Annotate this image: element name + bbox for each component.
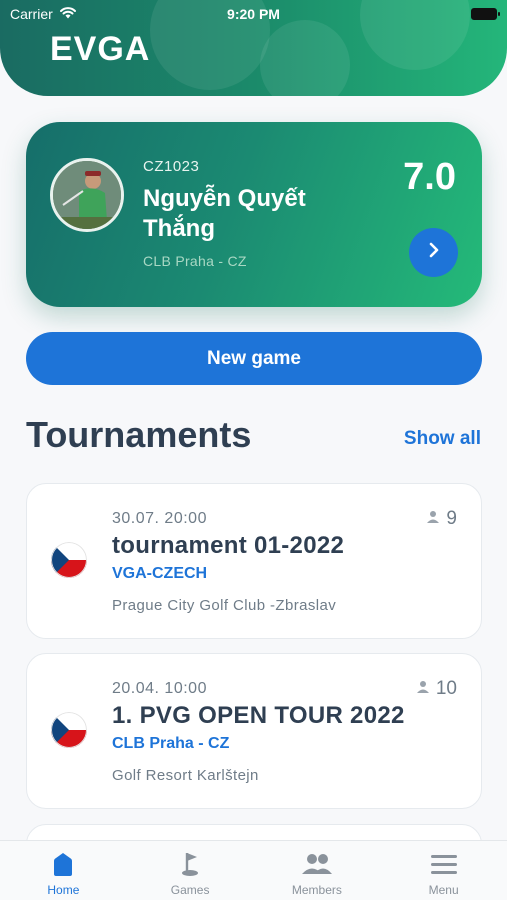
player-name: Nguyễn Quyết Thắng: [143, 185, 306, 242]
tournament-card[interactable]: 30.07. 20:00 9 tournament 01-2022 VGA-CZ…: [26, 483, 482, 639]
home-screen: Carrier 9:20 PM EVGA CZ1023 Nguyễn Quyết…: [0, 0, 507, 900]
golf-flag-icon: [179, 851, 201, 877]
tab-label: Games: [170, 883, 210, 897]
avatar: [50, 158, 124, 232]
section-title: Tournaments: [26, 414, 252, 455]
header-decoration: [260, 20, 350, 96]
profile-detail-button[interactable]: [409, 228, 458, 277]
handicap-value: 7.0: [403, 156, 456, 198]
tournament-name: 1. PVG OPEN TOUR 2022: [112, 702, 405, 729]
czech-flag-icon: [51, 542, 87, 578]
tournament-organizer: VGA-CZECH: [112, 565, 208, 582]
status-time: 9:20 PM: [227, 6, 280, 22]
tournament-venue: Prague City Golf Club -Zbraslav: [112, 597, 337, 614]
tab-games[interactable]: Games: [127, 841, 254, 900]
player-count: 9: [426, 508, 457, 530]
menu-icon: [430, 851, 458, 877]
player-count: 10: [416, 678, 457, 700]
czech-flag-icon: [51, 712, 87, 748]
tournament-date: 30.07. 20:00: [112, 510, 207, 527]
battery-icon: [471, 8, 500, 20]
player-club: CLB Praha - CZ: [143, 253, 247, 269]
new-game-button[interactable]: New game: [26, 332, 482, 385]
tab-label: Members: [291, 883, 342, 897]
header: Carrier 9:20 PM EVGA: [0, 0, 507, 96]
tab-label: Menu: [428, 883, 459, 897]
tournament-organizer: CLB Praha - CZ: [112, 735, 230, 752]
person-icon: [416, 678, 430, 700]
tournament-venue: Golf Resort Karlštejn: [112, 767, 259, 784]
player-code: CZ1023: [143, 158, 200, 175]
status-bar: Carrier 9:20 PM: [0, 0, 507, 28]
profile-card[interactable]: CZ1023 Nguyễn Quyết Thắng CLB Praha - CZ…: [26, 122, 482, 307]
tab-members[interactable]: Members: [254, 841, 381, 900]
chevron-right-icon: [426, 242, 442, 263]
player-count-value: 10: [435, 678, 457, 699]
person-icon: [426, 508, 440, 530]
tab-menu[interactable]: Menu: [380, 841, 507, 900]
player-count-value: 9: [446, 508, 457, 529]
tab-label: Home: [47, 883, 80, 897]
show-all-link[interactable]: Show all: [404, 428, 481, 450]
tournament-date: 20.04. 10:00: [112, 680, 207, 697]
tournament-card[interactable]: 20.04. 10:00 10 1. PVG OPEN TOUR 2022 CL…: [26, 653, 482, 809]
tab-bar: Home Games Members Menu: [0, 840, 507, 900]
home-icon: [51, 851, 75, 877]
tab-home[interactable]: Home: [0, 841, 127, 900]
members-icon: [301, 851, 333, 877]
tournament-name: tournament 01-2022: [112, 532, 345, 559]
app-title: EVGA: [50, 30, 151, 68]
